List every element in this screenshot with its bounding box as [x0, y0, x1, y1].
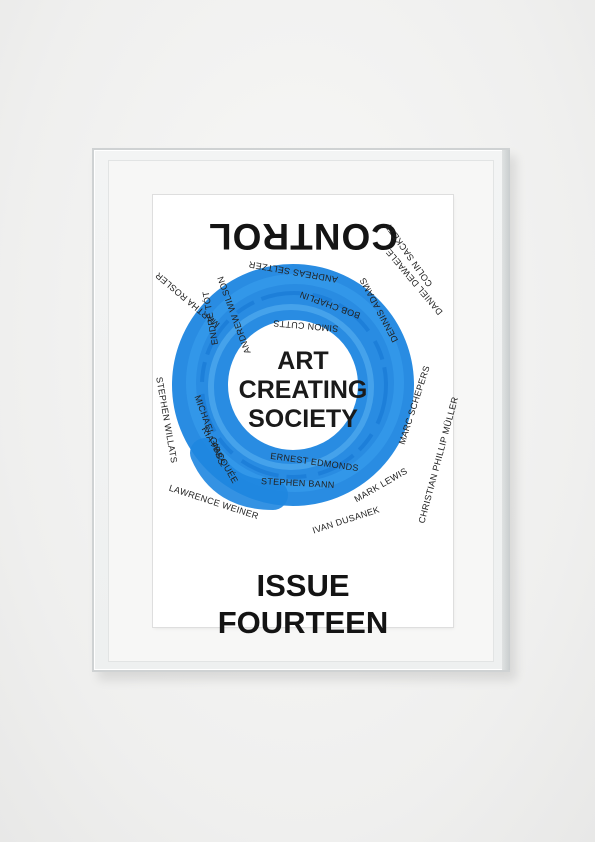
issue-title: ISSUE FOURTEEN	[153, 567, 453, 641]
issue-line-2: FOURTEEN	[217, 605, 389, 640]
center-title: ART CREATING SOCIETY	[213, 347, 393, 434]
title-line-1: ART	[277, 347, 329, 375]
title-line-2: CREATING	[238, 376, 368, 404]
title-line-3: SOCIETY	[248, 405, 358, 433]
issue-line-1: ISSUE	[256, 568, 350, 603]
frame-mat: CONTROL ART CREATING SOCIETY COLIN SACKE…	[108, 160, 494, 662]
frame-edge	[502, 150, 510, 670]
magazine-cover: CONTROL ART CREATING SOCIETY COLIN SACKE…	[153, 195, 460, 640]
picture-frame: CONTROL ART CREATING SOCIETY COLIN SACKE…	[92, 148, 510, 672]
